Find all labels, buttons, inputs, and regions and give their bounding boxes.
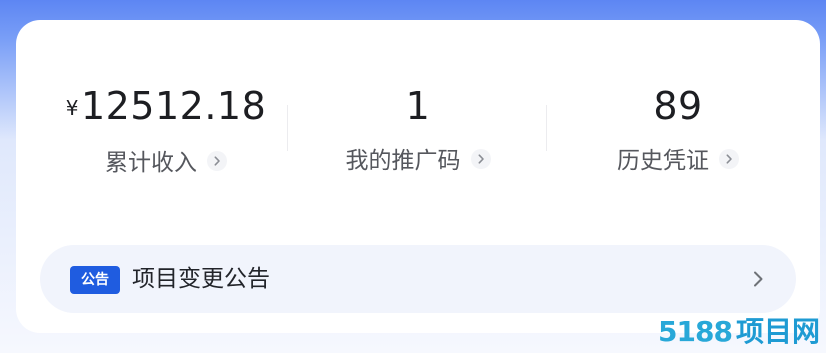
notice-text: 项目变更公告 xyxy=(132,266,270,292)
stat-total-income-value: ¥12512.18 xyxy=(36,82,296,132)
chevron-right-icon xyxy=(719,149,739,169)
stat-promo-code[interactable]: 1 我的推广码 xyxy=(288,82,548,176)
stat-history-vouchers-label: 历史凭证 xyxy=(617,148,709,174)
stat-history-vouchers[interactable]: 89 历史凭证 xyxy=(548,82,808,176)
stat-history-vouchers-label-row: 历史凭证 xyxy=(548,146,808,176)
site-watermark-logo: 5188 项目网 xyxy=(658,315,820,349)
notice-bar[interactable]: 公告 项目变更公告 xyxy=(40,245,796,313)
stat-promo-code-label: 我的推广码 xyxy=(345,148,461,174)
summary-card: ¥12512.18 累计收入 1 我的推广码 89 历史凭证 公告 项目变更公告 xyxy=(16,20,820,333)
stat-divider xyxy=(546,105,547,151)
stat-total-income[interactable]: ¥12512.18 累计收入 xyxy=(36,82,296,178)
stat-promo-code-label-row: 我的推广码 xyxy=(288,146,548,176)
stat-total-income-label: 累计收入 xyxy=(105,150,197,176)
stat-total-income-label-row: 累计收入 xyxy=(36,148,296,178)
chevron-right-icon xyxy=(207,151,227,171)
notice-badge: 公告 xyxy=(70,266,120,294)
watermark-text: 项目网 xyxy=(735,315,820,348)
currency-symbol: ¥ xyxy=(65,96,79,120)
stats-row: ¥12512.18 累计收入 1 我的推广码 89 历史凭证 xyxy=(16,20,820,210)
chevron-right-icon xyxy=(470,149,491,169)
stat-history-vouchers-value: 89 xyxy=(653,84,703,128)
watermark-digits: 5188 xyxy=(658,315,733,348)
stat-promo-code-value: 1 xyxy=(405,84,431,128)
total-income-amount: 12512.18 xyxy=(80,84,267,128)
chevron-right-icon xyxy=(754,271,763,287)
